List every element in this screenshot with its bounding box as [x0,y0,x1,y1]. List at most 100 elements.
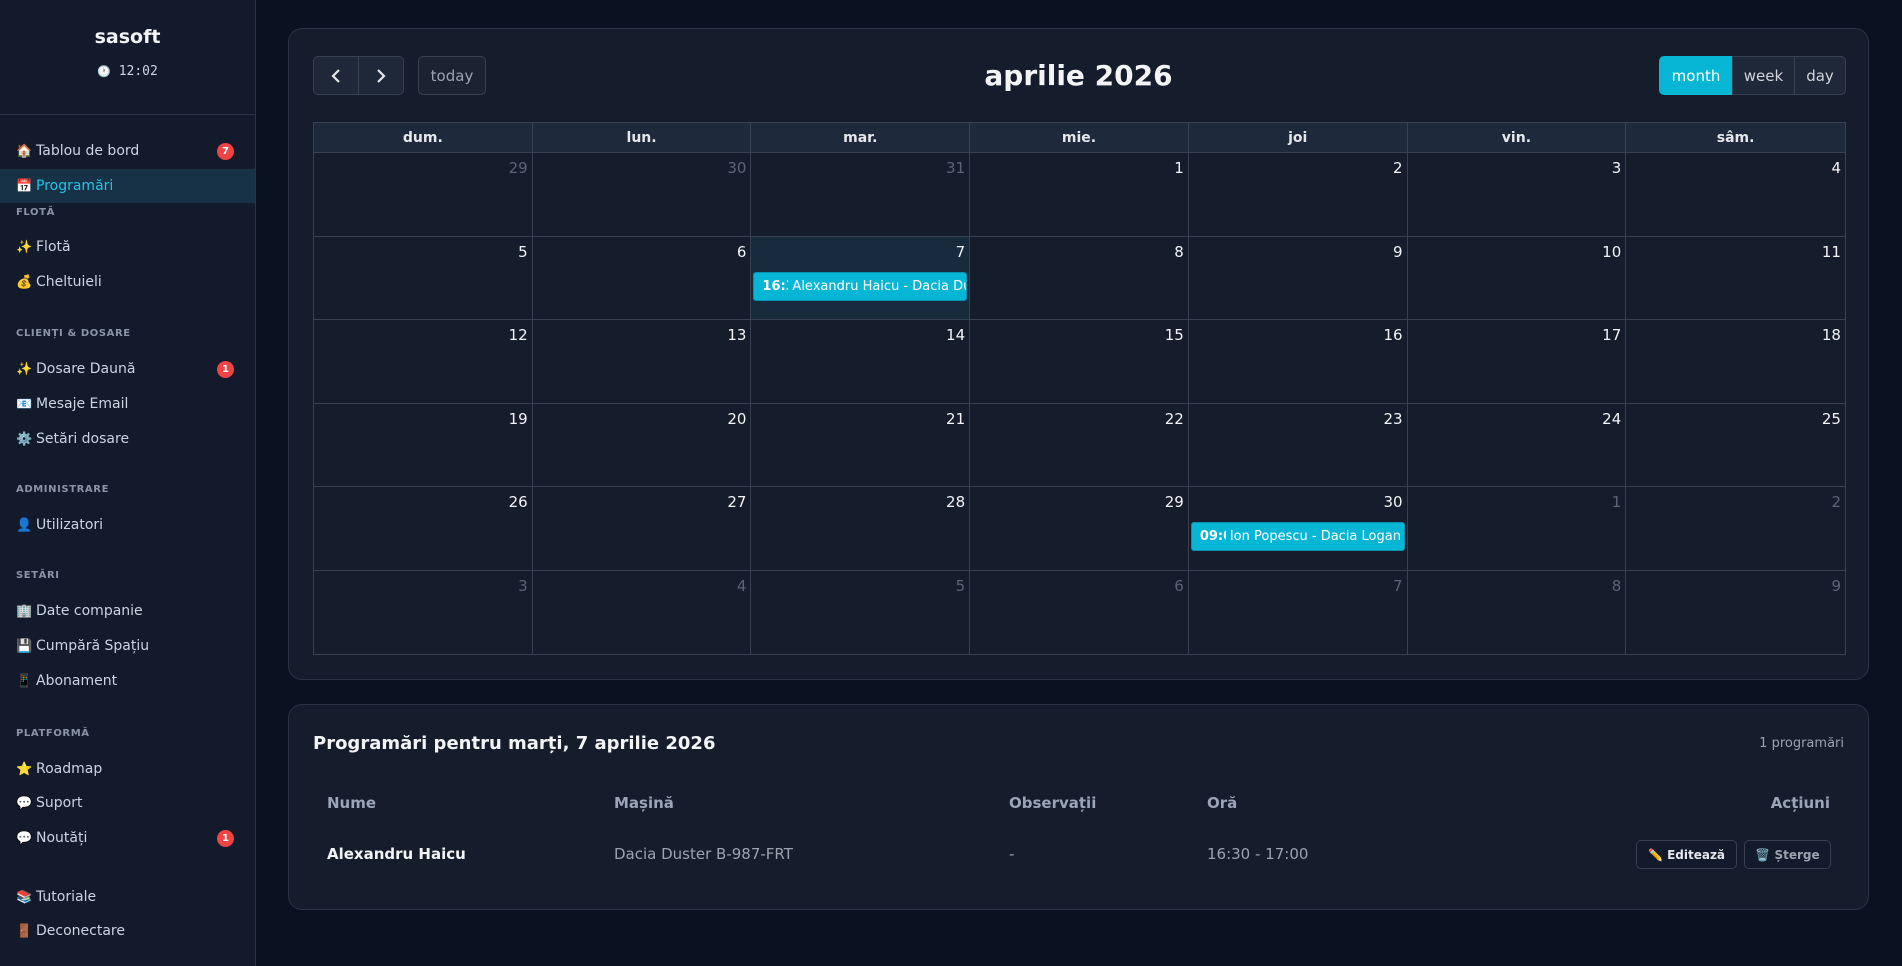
day-number[interactable]: 12 [509,326,528,344]
day-cell[interactable]: 28 [751,487,971,571]
view-day-button[interactable]: day [1794,56,1846,95]
sidebar-item-noutati[interactable]: 💬 Noutăți 1 [0,821,255,855]
sidebar-item-cumpara-spatiu[interactable]: 💾 Cumpără Spațiu [0,629,255,663]
day-cell[interactable]: 26 [314,487,533,571]
day-number[interactable]: 11 [1822,243,1841,261]
view-week-button[interactable]: week [1732,56,1795,95]
sidebar-item-utilizatori[interactable]: 👤 Utilizatori [0,508,255,542]
day-number[interactable]: 7 [1393,577,1403,595]
day-cell[interactable]: 9 [1626,571,1845,655]
delete-button[interactable]: 🗑️ Șterge [1744,840,1831,869]
day-cell[interactable]: 31 [751,153,971,237]
day-cell[interactable]: 17 [1407,320,1627,404]
day-number[interactable]: 1 [1174,159,1184,177]
sidebar-item-date-companie[interactable]: 🏢 Date companie [0,594,255,628]
day-cell[interactable]: 30 [532,153,752,237]
day-cell[interactable]: 7 [1189,570,1408,654]
day-cell[interactable]: 16 [1188,320,1408,404]
sidebar-item-deconectare[interactable]: 🚪 Deconectare [0,914,255,948]
day-number[interactable]: 7 [956,243,966,261]
sidebar-item-tutoriale[interactable]: 📚 Tutoriale [0,880,255,914]
edit-button[interactable]: ✏️ Editează [1636,840,1737,869]
day-number[interactable]: 3 [1612,159,1622,177]
day-number[interactable]: 27 [727,493,746,511]
day-cell[interactable]: 15 [970,320,1189,404]
day-cell[interactable]: 3 [1407,153,1627,237]
day-cell[interactable]: 19 [314,403,533,487]
day-cell[interactable]: 22 [970,403,1189,487]
day-cell[interactable]: 5 [314,236,533,320]
day-cell[interactable]: 30 09:00Ion Popescu - Dacia Logan B [1188,487,1408,571]
day-number[interactable]: 10 [1602,243,1621,261]
day-number[interactable]: 14 [946,326,965,344]
day-cell[interactable]: 10 [1407,236,1627,320]
day-number[interactable]: 30 [727,159,746,177]
day-cell[interactable]: 24 [1407,403,1627,487]
day-cell[interactable]: 23 [1188,403,1408,487]
day-number[interactable]: 18 [1822,326,1841,344]
day-number[interactable]: 22 [1165,410,1184,428]
sidebar-item-tablou[interactable]: 🏠 Tablou de bord 7 [0,134,255,168]
day-number[interactable]: 8 [1174,243,1184,261]
sidebar-item-abonament[interactable]: 📱 Abonament [0,664,255,698]
view-month-button[interactable]: month [1659,56,1733,95]
day-number[interactable]: 29 [509,159,528,177]
day-cell[interactable]: 1 [970,153,1189,237]
day-number[interactable]: 1 [1612,493,1622,511]
day-cell[interactable]: 1 [1407,487,1627,571]
day-number[interactable]: 29 [1165,493,1184,511]
day-number[interactable]: 5 [956,577,966,595]
day-number[interactable]: 2 [1831,493,1841,511]
day-number[interactable]: 3 [518,577,528,595]
day-number[interactable]: 25 [1822,410,1841,428]
day-cell[interactable]: 3 [314,570,533,654]
day-number[interactable]: 5 [518,243,528,261]
day-cell[interactable]: 5 [751,570,971,654]
day-number[interactable]: 16 [1383,326,1402,344]
day-number[interactable]: 4 [1831,159,1841,177]
day-cell[interactable]: 27 [532,487,752,571]
day-cell[interactable]: 21 [751,403,971,487]
day-number[interactable]: 9 [1393,243,1403,261]
day-cell[interactable]: 2 [1626,487,1845,571]
day-number[interactable]: 13 [727,326,746,344]
day-cell[interactable]: 8 [970,236,1189,320]
sidebar-item-cheltuieli[interactable]: 💰 Cheltuieli [0,265,255,299]
calendar-event[interactable]: 16:30Alexandru Haicu - Dacia Duster B-98… [753,271,968,301]
day-cell[interactable]: 11 [1626,237,1845,320]
day-number[interactable]: 24 [1602,410,1621,428]
day-number[interactable]: 31 [946,159,965,177]
day-cell[interactable]: 9 [1188,236,1408,320]
day-cell[interactable]: 29 [314,153,533,237]
sidebar-item-setari-dosare[interactable]: ⚙️ Setări dosare [0,422,255,456]
day-number[interactable]: 17 [1602,326,1621,344]
day-number[interactable]: 26 [509,493,528,511]
sidebar-item-flota[interactable]: ✨ Flotă [0,230,255,264]
day-number[interactable]: 6 [737,243,747,261]
day-number[interactable]: 6 [1174,577,1184,595]
day-number[interactable]: 2 [1393,159,1403,177]
day-cell[interactable]: 7 16:30Alexandru Haicu - Dacia Duster B-9… [751,236,971,320]
day-cell[interactable]: 6 [970,570,1189,654]
sidebar-item-roadmap[interactable]: ⭐ Roadmap [0,752,255,786]
day-number[interactable]: 19 [509,410,528,428]
day-cell[interactable]: 14 [751,320,971,404]
day-cell[interactable]: 2 [1188,153,1408,237]
day-number[interactable]: 20 [727,410,746,428]
sidebar-item-mesaje-email[interactable]: 📧 Mesaje Email [0,387,255,421]
day-cell[interactable]: 20 [532,403,752,487]
day-number[interactable]: 4 [737,577,747,595]
sidebar-item-programari[interactable]: 📅 Programări [0,169,255,203]
day-number[interactable]: 21 [946,410,965,428]
day-number[interactable]: 8 [1612,577,1622,595]
day-cell[interactable]: 12 [314,320,533,404]
day-cell[interactable]: 8 [1408,570,1627,654]
sidebar-item-suport[interactable]: 💬 Suport [0,786,255,820]
day-cell[interactable]: 4 [533,570,752,654]
day-cell[interactable]: 13 [532,320,752,404]
day-number[interactable]: 15 [1165,326,1184,344]
day-number[interactable]: 23 [1383,410,1402,428]
day-cell[interactable]: 4 [1626,153,1845,237]
day-cell[interactable]: 25 [1626,404,1845,487]
day-number[interactable]: 30 [1383,493,1402,511]
